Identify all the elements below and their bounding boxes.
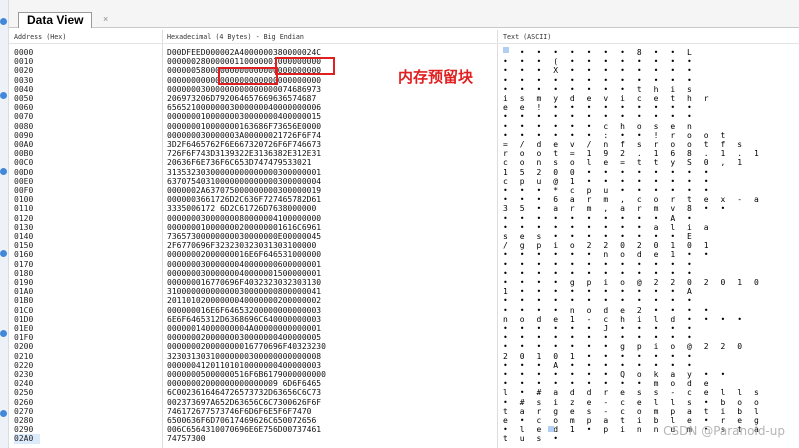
left-gutter (0, 0, 9, 448)
column-header-ascii: Text (ASCII) (503, 33, 552, 41)
header-divider (8, 43, 799, 44)
column-divider (497, 30, 498, 448)
cursor-marker (548, 426, 554, 432)
gutter-marker (0, 18, 7, 25)
gutter-marker (0, 410, 7, 417)
tab-data-view[interactable]: Data View (18, 12, 93, 28)
column-header-address: Address (Hex) (14, 33, 67, 41)
annotation-label: 内存预留块 (398, 68, 474, 86)
tab-label: Data View (27, 13, 84, 27)
close-icon[interactable]: × (103, 14, 113, 24)
row-addr[interactable]: 02A0 (14, 434, 40, 445)
tab-bar: Data View × (8, 0, 799, 28)
highlight-box (275, 57, 335, 75)
highlight-box (218, 67, 278, 85)
row-ascii[interactable]: t u s • (503, 434, 562, 444)
gutter-marker (0, 250, 7, 257)
gutter-marker (0, 92, 7, 99)
column-header-hex: Hexadecimal (4 Bytes) - Big Endian (167, 33, 304, 41)
column-divider (162, 30, 163, 448)
row-hex[interactable]: 74757300 (167, 434, 206, 444)
gutter-marker (0, 330, 7, 337)
cursor-marker (503, 47, 509, 53)
gutter-marker (0, 168, 7, 175)
watermark: CSDN @Paranoid-up (663, 424, 785, 438)
